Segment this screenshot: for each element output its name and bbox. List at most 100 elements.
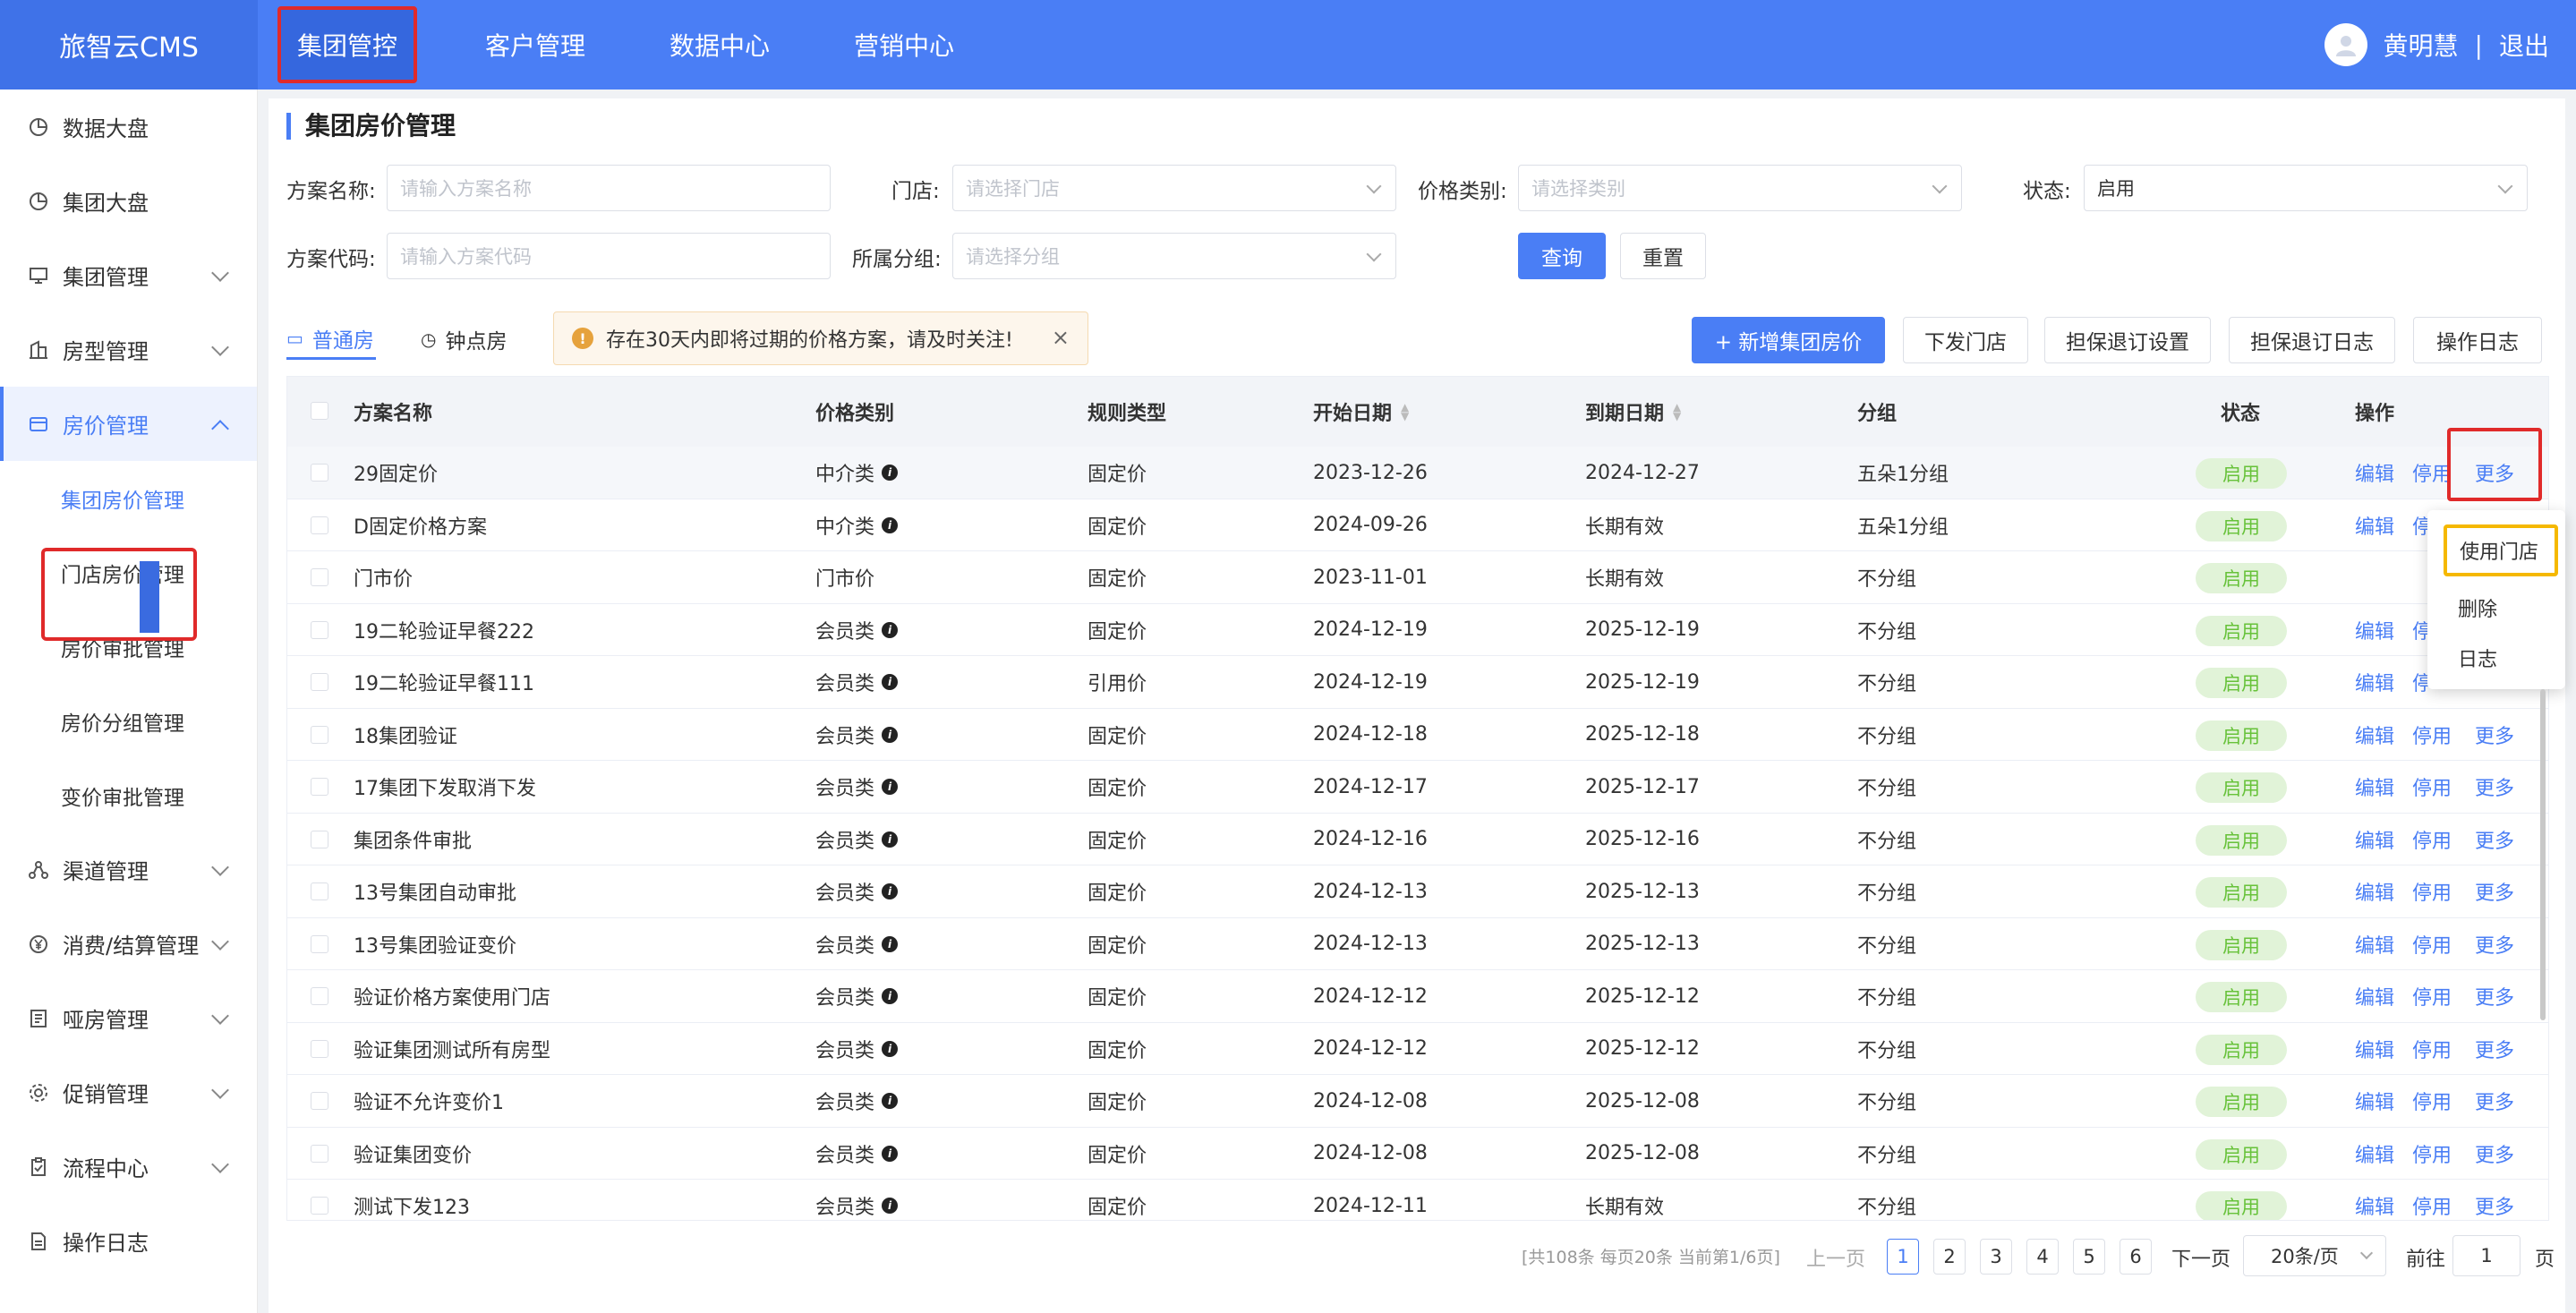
user-avatar-icon[interactable] (2324, 23, 2367, 66)
edit-link[interactable]: 编辑 (2355, 814, 2394, 865)
status-select[interactable]: 启用 (2084, 165, 2528, 211)
disable-link[interactable]: 停用 (2412, 447, 2452, 499)
sidebar-item-group-management[interactable]: 集团管理 (0, 238, 257, 312)
table-row[interactable]: 测试下发123 会员类 i 固定价 2024-12-11 长期有效 不分组 启用 编辑 停用 更多 (287, 1180, 2548, 1220)
price-type-select[interactable]: 请选择类别 (1518, 165, 1962, 211)
table-row[interactable]: 门市价 门市价 固定价 2023-11-01 长期有效 不分组 启用 (287, 551, 2548, 604)
more-link[interactable]: 更多 (2475, 865, 2514, 917)
goto-page-input[interactable]: 1 (2452, 1235, 2521, 1276)
topnav-marketing[interactable]: 营销中心 (838, 0, 970, 90)
table-row[interactable]: 19二轮验证早餐222 会员类 i 固定价 2024-12-19 2025-12-19 不分… (287, 604, 2548, 656)
sidebar-item-promotion[interactable]: 促销管理 (0, 1055, 257, 1130)
row-checkbox[interactable] (311, 987, 328, 1005)
edit-link[interactable]: 编辑 (2355, 865, 2394, 917)
sort-icon[interactable]: ▲ ▼ (1673, 402, 1681, 422)
row-checkbox[interactable] (311, 1144, 328, 1163)
sidebar-item-room-price[interactable]: 房价管理 (0, 387, 257, 461)
logout-link[interactable]: 退出 (2499, 27, 2549, 63)
group-select[interactable]: 请选择分组 (952, 233, 1396, 279)
sidebar-item-operation-log[interactable]: 操作日志 (0, 1204, 257, 1278)
more-link[interactable]: 更多 (2475, 970, 2514, 1022)
table-row[interactable]: 验证集团变价 会员类 i 固定价 2024-12-08 2025-12-08 不分组 启用 编辑… (287, 1128, 2548, 1180)
page-size-select[interactable]: 20条/页 (2243, 1235, 2386, 1276)
menu-item-delete[interactable]: 删除 (2427, 582, 2565, 634)
table-row[interactable]: 17集团下发取消下发 会员类 i 固定价 2024-12-17 2025-12-17 不分组… (287, 761, 2548, 814)
info-icon[interactable]: i (882, 1198, 899, 1214)
sidebar-subitem-group-price[interactable]: 集团房价管理 (0, 461, 257, 535)
sidebar-item-channel[interactable]: 渠道管理 (0, 832, 257, 907)
disable-link[interactable]: 停用 (2412, 709, 2452, 761)
operation-log-button[interactable]: 操作日志 (2413, 317, 2542, 363)
row-checkbox[interactable] (311, 516, 328, 534)
info-icon[interactable]: i (882, 621, 899, 638)
table-row[interactable]: 验证集团测试所有房型 会员类 i 固定价 2024-12-12 2025-12-12 不分组… (287, 1023, 2548, 1075)
row-checkbox[interactable] (311, 882, 328, 900)
sidebar-item-dummy-room[interactable]: 哑房管理 (0, 981, 257, 1055)
page-button-6[interactable]: 6 (2120, 1239, 2152, 1275)
page-button-4[interactable]: 4 (2026, 1239, 2059, 1275)
topnav-customer[interactable]: 客户管理 (469, 0, 601, 90)
more-link[interactable]: 更多 (2475, 918, 2514, 970)
sidebar-item-consumption[interactable]: 消费/结算管理 (0, 907, 257, 981)
more-link[interactable]: 更多 (2475, 761, 2514, 813)
disable-link[interactable]: 停用 (2412, 1180, 2452, 1220)
store-select[interactable]: 请选择门店 (952, 165, 1396, 211)
page-button-1[interactable]: 1 (1887, 1239, 1919, 1275)
guarantee-log-button[interactable]: 担保退订日志 (2229, 317, 2395, 363)
select-all-checkbox[interactable] (311, 402, 328, 420)
info-icon[interactable]: i (882, 988, 899, 1004)
edit-link[interactable]: 编辑 (2355, 1180, 2394, 1220)
edit-link[interactable]: 编辑 (2355, 970, 2394, 1022)
info-icon[interactable]: i (882, 465, 899, 481)
header-start-date[interactable]: 开始日期 ▲ ▼ (1313, 377, 1409, 447)
disable-link[interactable]: 停用 (2412, 1023, 2452, 1075)
user-name[interactable]: 黄明慧 (2384, 27, 2459, 63)
table-scrollbar[interactable] (2540, 689, 2546, 1020)
info-icon[interactable]: i (882, 883, 899, 899)
disable-link[interactable]: 停用 (2412, 918, 2452, 970)
sidebar-item-data-dashboard[interactable]: 数据大盘 (0, 90, 257, 164)
row-checkbox[interactable] (311, 568, 328, 586)
info-icon[interactable]: i (882, 726, 899, 743)
more-link[interactable]: 更多 (2475, 1128, 2514, 1180)
page-button-5[interactable]: 5 (2073, 1239, 2105, 1275)
sidebar-item-room-type[interactable]: 房型管理 (0, 312, 257, 387)
edit-link[interactable]: 编辑 (2355, 447, 2394, 499)
sidebar-subitem-change-approval[interactable]: 变价审批管理 (0, 758, 257, 832)
edit-link[interactable]: 编辑 (2355, 656, 2394, 708)
table-row[interactable]: 29固定价 中介类 i 固定价 2023-12-26 2024-12-27 五朵1分组 启用 编… (287, 447, 2548, 499)
tab-normal-room[interactable]: ▭ 普通房 (286, 319, 376, 360)
row-checkbox[interactable] (311, 673, 328, 691)
info-icon[interactable]: i (882, 1040, 899, 1057)
edit-link[interactable]: 编辑 (2355, 499, 2394, 551)
sidebar-item-process-center[interactable]: 流程中心 (0, 1130, 257, 1204)
table-row[interactable]: D固定价格方案 中介类 i 固定价 2024-09-26 长期有效 五朵1分组 启用 编辑停 (287, 499, 2548, 551)
name-input[interactable]: 请输入方案名称 (387, 165, 831, 211)
row-checkbox[interactable] (311, 830, 328, 848)
edit-link[interactable]: 编辑 (2355, 1128, 2394, 1180)
row-checkbox[interactable] (311, 1197, 328, 1215)
topnav-group-control[interactable]: 集团管控 (277, 6, 418, 83)
disable-link[interactable]: 停用 (2412, 1128, 2452, 1180)
guarantee-settings-button[interactable]: 担保退订设置 (2044, 317, 2211, 363)
info-icon[interactable]: i (882, 674, 899, 690)
table-row[interactable]: 集团条件审批 会员类 i 固定价 2024-12-16 2025-12-16 不分组 启用 编辑… (287, 814, 2548, 865)
sidebar-item-group-dashboard[interactable]: 集团大盘 (0, 164, 257, 238)
edit-link[interactable]: 编辑 (2355, 1075, 2394, 1127)
disable-link[interactable]: 停用 (2412, 970, 2452, 1022)
row-checkbox[interactable] (311, 1092, 328, 1110)
query-button[interactable]: 查询 (1518, 233, 1606, 279)
reset-button[interactable]: 重置 (1620, 233, 1706, 279)
edit-link[interactable]: 编辑 (2355, 709, 2394, 761)
close-icon[interactable]: × (1052, 325, 1070, 350)
table-row[interactable]: 19二轮验证早餐111 会员类 i 引用价 2024-12-19 2025-12-19 不分… (287, 656, 2548, 709)
header-end-date[interactable]: 到期日期 ▲ ▼ (1585, 377, 1681, 447)
info-icon[interactable]: i (882, 516, 899, 533)
row-checkbox[interactable] (311, 725, 328, 744)
row-checkbox[interactable] (311, 934, 328, 953)
info-icon[interactable]: i (882, 1093, 899, 1109)
more-link[interactable]: 更多 (2475, 1180, 2514, 1220)
add-group-price-button[interactable]: + 新增集团房价 (1692, 317, 1885, 363)
table-row[interactable]: 验证价格方案使用门店 会员类 i 固定价 2024-12-12 2025-12-12 不分组… (287, 970, 2548, 1023)
disable-link[interactable]: 停用 (2412, 761, 2452, 813)
